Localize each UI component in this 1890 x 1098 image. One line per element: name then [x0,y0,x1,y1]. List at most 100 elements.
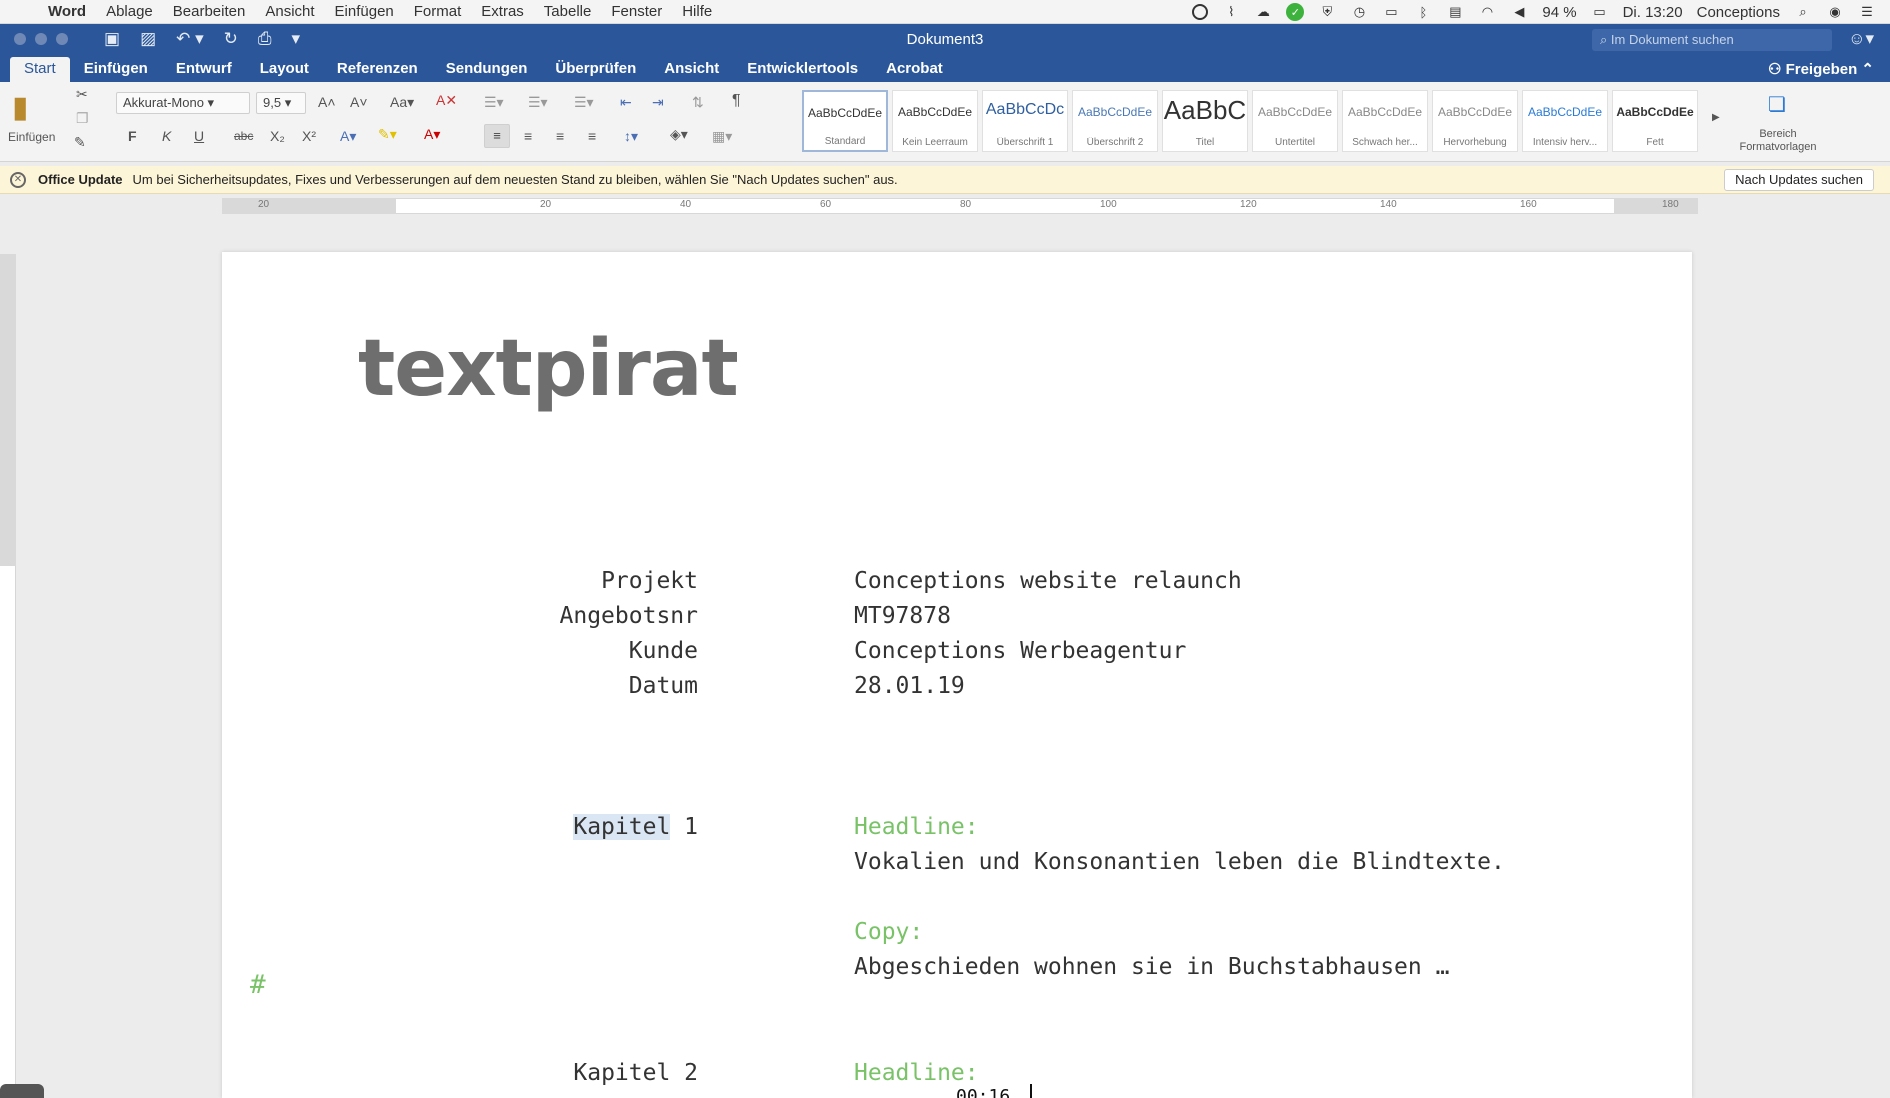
shading-icon[interactable]: ◈▾ [670,126,688,143]
shrink-font-icon[interactable]: A˅ [350,94,368,110]
subscript-icon[interactable]: X₂ [270,128,285,144]
font-size-select[interactable]: 9,5 ▾ [256,92,306,114]
menu-bearbeiten[interactable]: Bearbeiten [163,3,256,20]
multilevel-list-icon[interactable]: ☰▾ [574,94,594,111]
style-card-5[interactable]: AaBbCcDdEe Untertitel [1252,90,1338,152]
bold-button[interactable]: F [128,128,137,144]
display-icon[interactable]: ▤ [1446,4,1464,20]
share-button[interactable]: ⚇ Freigeben ⌃ [1768,60,1874,78]
vertical-ruler[interactable] [0,254,16,1098]
tab-entwicklertools[interactable]: Entwicklertools [733,57,872,82]
strikethrough-button[interactable]: abc [234,129,253,143]
style-card-1[interactable]: AaBbCcDdEe Kein Leerraum [892,90,978,152]
bluetooth-icon[interactable]: ᛒ [1414,4,1432,20]
style-card-9[interactable]: AaBbCcDdEe Fett [1612,90,1698,152]
align-center-icon[interactable]: ≡ [524,128,532,144]
record-icon[interactable] [1192,4,1209,20]
menu-hilfe[interactable]: Hilfe [672,3,722,20]
antenna-icon[interactable]: ⌇ [1222,4,1240,20]
shield-icon[interactable]: ⛨ [1318,4,1336,20]
justify-icon[interactable]: ≡ [588,128,596,144]
styles-pane-label[interactable]: Bereich Formatvorlagen [1728,128,1828,154]
copy-icon[interactable]: ❐ [76,110,89,127]
style-card-2[interactable]: AaBbCcDc Überschrift 1 [982,90,1068,152]
change-case-icon[interactable]: Aa▾ [390,94,414,111]
volume-icon[interactable]: ◀ [1510,4,1528,20]
bullets-icon[interactable]: ☰▾ [484,94,504,111]
styles-gallery-next-icon[interactable]: ▶ [1712,112,1720,123]
airplay-icon[interactable]: ▭ [1382,4,1400,20]
tab-entwurf[interactable]: Entwurf [162,57,246,82]
tab-ansicht[interactable]: Ansicht [650,57,733,82]
tab-start[interactable]: Start [10,57,70,82]
menu-app-word[interactable]: Word [38,3,96,20]
sort-icon[interactable]: ⇅ [692,94,704,111]
text-effects-icon[interactable]: A▾ [340,128,356,145]
style-card-6[interactable]: AaBbCcDdEe Schwach her... [1342,90,1428,152]
menu-extras[interactable]: Extras [471,3,534,20]
battery-percent[interactable]: 94 % [1542,4,1576,21]
menu-ablage[interactable]: Ablage [96,3,163,20]
menubar-clock[interactable]: Di. 13:20 [1623,4,1683,21]
textpirat-logo: textpirat [358,324,739,414]
close-notification-icon[interactable]: ✕ [10,171,26,188]
italic-button[interactable]: K [162,128,171,144]
menu-ansicht[interactable]: Ansicht [255,3,324,20]
line-spacing-icon[interactable]: ↕▾ [624,128,638,145]
align-right-icon[interactable]: ≡ [556,128,564,144]
highlight-color-icon[interactable]: ✎▾ [378,126,397,143]
vertical-ruler-margin [0,254,16,566]
clear-formatting-icon[interactable]: A✕ [436,92,457,109]
spotlight-search-icon[interactable]: ⌕ [1794,4,1812,20]
underline-button[interactable]: U [194,128,204,144]
tab-sendungen[interactable]: Sendungen [432,57,542,82]
format-painter-icon[interactable]: ✎ [74,134,86,151]
style-card-7[interactable]: AaBbCcDdEe Hervorhebung [1432,90,1518,152]
menu-fenster[interactable]: Fenster [601,3,672,20]
feedback-smiley-icon[interactable]: ☺▾ [1848,29,1874,49]
tab-acrobat[interactable]: Acrobat [872,57,957,82]
decrease-indent-icon[interactable]: ⇤ [620,94,632,111]
checkmark-status-icon[interactable]: ✓ [1286,3,1305,21]
tab-ueberpruefen[interactable]: Überprüfen [541,57,650,82]
tab-layout[interactable]: Layout [246,57,323,82]
paste-icon[interactable]: ▮ [12,90,29,125]
document-page[interactable]: textpirat Projekt Conceptions website re… [222,252,1692,1098]
cloud-icon[interactable]: ☁ [1254,4,1272,20]
font-name-select[interactable]: Akkurat-Mono ▾ [116,92,250,114]
grow-font-icon[interactable]: A˄ [318,94,336,110]
menu-einfuegen[interactable]: Einfügen [325,3,404,20]
menu-format[interactable]: Format [404,3,472,20]
show-formatting-marks-icon[interactable]: ¶ [732,92,741,110]
search-placeholder: Im Dokument suchen [1610,32,1734,47]
style-card-4[interactable]: AaBbC Titel [1162,90,1248,152]
horizontal-ruler[interactable]: 20 20 40 60 80 100 120 140 160 180 [0,196,1890,216]
tab-einfuegen[interactable]: Einfügen [70,57,162,82]
siri-icon[interactable]: ◉ [1826,4,1844,20]
style-name: Fett [1646,137,1664,148]
menu-tabelle[interactable]: Tabelle [534,3,602,20]
cut-icon[interactable]: ✂ [76,86,88,103]
font-color-icon[interactable]: A▾ [424,126,440,143]
style-card-3[interactable]: AaBbCcDdEe Überschrift 2 [1072,90,1158,152]
superscript-icon[interactable]: X² [302,128,316,144]
document-search-input[interactable]: ⌕ Im Dokument suchen [1592,29,1832,51]
style-card-8[interactable]: AaBbCcDdEe Intensiv herv... [1522,90,1608,152]
ruler-right-margin [1614,198,1698,214]
check-updates-button[interactable]: Nach Updates suchen [1724,169,1874,191]
styles-pane-icon[interactable]: ❏ [1768,92,1786,117]
align-left-button[interactable]: ≡ [484,124,510,148]
battery-icon[interactable]: ▭ [1591,4,1609,20]
style-card-0[interactable]: AaBbCcDdEe Standard [802,90,888,152]
tab-referenzen[interactable]: Referenzen [323,57,432,82]
menubar-user[interactable]: Conceptions [1697,4,1780,21]
increase-indent-icon[interactable]: ⇥ [652,94,664,111]
numbering-icon[interactable]: ☰▾ [528,94,548,111]
style-preview: AaBbCcDdEe [1347,105,1423,119]
wifi-icon[interactable]: ◠ [1478,4,1496,20]
paste-label[interactable]: Einfügen [8,130,55,144]
borders-icon[interactable]: ▦▾ [712,128,732,145]
time-machine-icon[interactable]: ◷ [1350,4,1368,20]
meta-value-angebotsnr: MT97878 [854,603,951,629]
notification-center-icon[interactable]: ☰ [1858,4,1876,20]
